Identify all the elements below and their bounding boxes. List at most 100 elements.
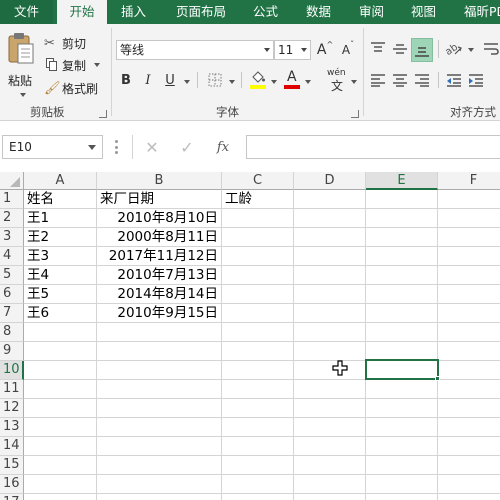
row-header-8[interactable]: 8 <box>0 323 24 342</box>
row-header-4[interactable]: 4 <box>0 247 24 266</box>
bottom-align-button[interactable] <box>411 38 433 62</box>
shrink-font-button[interactable]: Aˇ <box>339 40 357 60</box>
row-header-2[interactable]: 2 <box>0 209 24 228</box>
chevron-down-icon <box>301 48 307 52</box>
cancel-entry-button[interactable]: ✕ <box>137 135 167 159</box>
paste-dropdown-icon[interactable] <box>20 93 26 97</box>
column-header-d[interactable]: D <box>294 172 366 190</box>
formula-bar-options-icon[interactable] <box>115 140 118 154</box>
tab-review[interactable]: 审阅 <box>359 0 384 24</box>
orientation-button[interactable]: ab <box>444 38 464 60</box>
row-header-5[interactable]: 5 <box>0 266 24 285</box>
font-name-combo[interactable]: 等线 <box>116 40 274 60</box>
row-header-13[interactable]: 13 <box>0 418 24 437</box>
row-header-10[interactable]: 10 <box>0 361 24 380</box>
column-header-a[interactable]: A <box>24 172 97 190</box>
worksheet-grid[interactable]: A B C D E F 1 2 3 4 5 6 7 8 9 10 11 12 1… <box>0 172 500 500</box>
top-align-icon <box>371 42 385 52</box>
column-header-e[interactable]: E <box>366 172 438 190</box>
cell-a5[interactable]: 王4 <box>24 266 96 285</box>
phonetic-dropdown-icon[interactable] <box>351 80 357 84</box>
cut-button[interactable]: ✂ 剪切 <box>44 33 86 53</box>
align-right-button[interactable] <box>412 70 432 90</box>
bold-icon: B <box>121 72 131 88</box>
font-size-combo[interactable]: 11 <box>274 40 311 60</box>
tab-view[interactable]: 视图 <box>411 0 436 24</box>
cell-c1[interactable]: 工龄 <box>222 190 293 209</box>
italic-button[interactable]: I <box>140 70 156 90</box>
font-launcher-icon[interactable] <box>351 110 359 118</box>
formula-input[interactable] <box>246 135 500 159</box>
tab-formulas[interactable]: 公式 <box>253 0 278 24</box>
select-all-button[interactable] <box>0 172 24 190</box>
enter-entry-button[interactable]: ✓ <box>172 135 202 159</box>
align-center-button[interactable] <box>390 70 410 90</box>
row-header-12[interactable]: 12 <box>0 399 24 418</box>
top-align-button[interactable] <box>368 38 388 60</box>
row-header-16[interactable]: 16 <box>0 475 24 494</box>
tab-home[interactable]: 开始 <box>57 0 107 24</box>
increase-indent-button[interactable] <box>466 70 486 90</box>
cell-b3[interactable]: 2000年8月11日 <box>97 228 221 247</box>
fill-color-button[interactable] <box>249 68 267 90</box>
copy-label: 复制 <box>62 58 87 73</box>
row-header-11[interactable]: 11 <box>0 380 24 399</box>
tab-data[interactable]: 数据 <box>306 0 331 24</box>
name-box[interactable]: E10 <box>2 135 103 159</box>
cell-a2[interactable]: 王1 <box>24 209 96 228</box>
format-painter-icon: 🖌 <box>44 80 61 96</box>
bold-button[interactable]: B <box>118 70 134 90</box>
paste-button[interactable]: 粘贴 <box>4 32 38 98</box>
tab-file[interactable]: 文件 <box>0 0 53 24</box>
font-color-dropdown-icon[interactable] <box>305 80 311 84</box>
row-header-6[interactable]: 6 <box>0 285 24 304</box>
ribbon-tab-bar: 文件 开始 插入 页面布局 公式 数据 审阅 视图 福昕PD <box>0 0 500 24</box>
grow-font-icon: A <box>316 42 327 58</box>
wrap-text-button[interactable] <box>482 38 500 60</box>
cell-b6[interactable]: 2014年8月14日 <box>97 285 221 304</box>
grow-font-button[interactable]: A ^ <box>316 40 334 60</box>
column-header-b[interactable]: B <box>97 172 222 190</box>
tab-insert[interactable]: 插入 <box>121 0 146 24</box>
row-header-9[interactable]: 9 <box>0 342 24 361</box>
column-header-f[interactable]: F <box>438 172 500 190</box>
cell-a6[interactable]: 王5 <box>24 285 96 304</box>
cell-a4[interactable]: 王3 <box>24 247 96 266</box>
insert-function-button[interactable]: fx <box>208 135 238 159</box>
cell-b4[interactable]: 2017年11月12日 <box>97 247 221 266</box>
chevron-down-icon <box>88 145 96 150</box>
cell-a7[interactable]: 王6 <box>24 304 96 323</box>
borders-button[interactable] <box>206 70 224 90</box>
align-left-button[interactable] <box>368 70 388 90</box>
underline-button[interactable]: U <box>162 70 178 90</box>
row-header-17[interactable]: 17 <box>0 494 24 500</box>
row-header-7[interactable]: 7 <box>0 304 24 323</box>
borders-dropdown-icon[interactable] <box>229 80 235 84</box>
cell-a1[interactable]: 姓名 <box>24 190 96 209</box>
row-header-1[interactable]: 1 <box>0 190 24 209</box>
active-cell-e10[interactable] <box>365 359 439 380</box>
middle-align-button[interactable] <box>390 38 410 60</box>
underline-dropdown-icon[interactable] <box>184 80 190 84</box>
row-header-14[interactable]: 14 <box>0 437 24 456</box>
row-header-3[interactable]: 3 <box>0 228 24 247</box>
copy-dropdown-icon[interactable] <box>94 63 101 67</box>
font-color-button[interactable]: A <box>283 68 301 90</box>
column-header-c[interactable]: C <box>222 172 294 190</box>
fill-color-dropdown-icon[interactable] <box>271 80 277 84</box>
orientation-dropdown-icon[interactable] <box>468 48 474 52</box>
decrease-indent-button[interactable] <box>444 70 464 90</box>
cell-a3[interactable]: 王2 <box>24 228 96 247</box>
cell-b7[interactable]: 2010年9月15日 <box>97 304 221 323</box>
cell-b5[interactable]: 2010年7月13日 <box>97 266 221 285</box>
tab-page-layout[interactable]: 页面布局 <box>176 0 226 24</box>
phonetic-guide-button[interactable]: wén 文 <box>326 68 350 93</box>
clipboard-launcher-icon[interactable] <box>99 110 107 118</box>
fill-handle[interactable] <box>435 376 440 381</box>
tab-foxit-pdf[interactable]: 福昕PD <box>464 0 500 24</box>
cell-b2[interactable]: 2010年8月10日 <box>97 209 221 228</box>
row-header-15[interactable]: 15 <box>0 456 24 475</box>
format-painter-button[interactable]: 🖌 格式刷 <box>44 78 98 98</box>
cell-b1[interactable]: 来厂日期 <box>97 190 221 209</box>
copy-button[interactable]: 复制 <box>44 55 101 75</box>
